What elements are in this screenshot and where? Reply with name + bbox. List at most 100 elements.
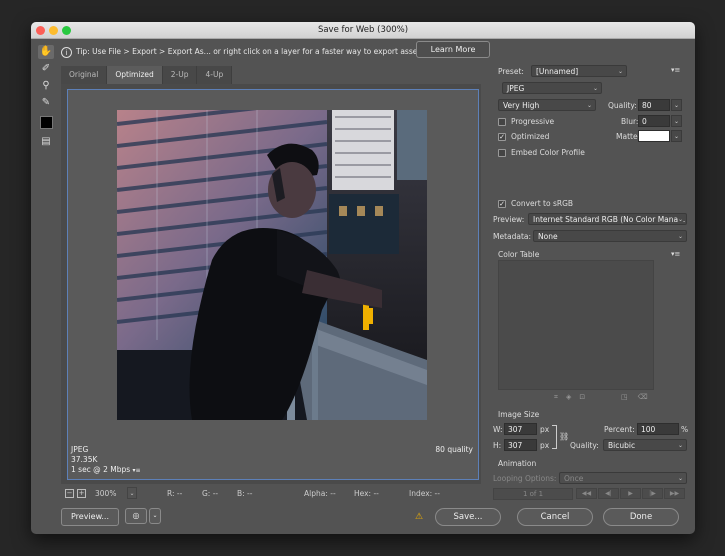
progressive-checkbox[interactable] [498, 118, 506, 126]
save-for-web-dialog: Save for Web (300%) i Tip: Use File > Exp… [31, 22, 695, 534]
width-input[interactable]: 307 [504, 423, 537, 435]
quality-input[interactable]: 80 [638, 99, 670, 111]
chevron-down-icon: ⌄ [592, 85, 598, 92]
matte-label: Matte: [616, 132, 641, 141]
readout-index: Index: -- [409, 489, 440, 498]
resample-quality-label: Quality: [570, 441, 599, 450]
first-frame-icon[interactable]: ◀◀ [576, 488, 597, 499]
blur-label: Blur: [621, 117, 639, 126]
eyedropper-tool-icon[interactable]: ✎ [38, 96, 54, 110]
web-shift-icon[interactable]: ◈ [566, 393, 579, 401]
eyedropper-color-swatch[interactable] [40, 116, 53, 129]
done-button[interactable]: Done [603, 508, 679, 526]
embed-profile-label: Embed Color Profile [511, 148, 585, 157]
speed-menu-icon[interactable]: ▾≡ [133, 467, 141, 474]
matte-color-swatch[interactable] [638, 130, 670, 142]
tip-text: Tip: Use File > Export > Export As... or… [76, 47, 425, 56]
color-table-label: Color Table [498, 250, 540, 259]
tab-2-up[interactable]: 2-Up [162, 66, 198, 84]
trash-icon[interactable]: ⌫ [638, 393, 658, 401]
color-table-actions-right: ◳⌫ [621, 393, 658, 401]
readout-b: B: -- [237, 489, 253, 498]
next-frame-icon[interactable]: |▶ [642, 488, 663, 499]
warning-icon: ⚠ [415, 512, 424, 522]
slice-select-tool-icon[interactable]: ✐ [38, 62, 54, 76]
tip-bar: i Tip: Use File > Export > Export As... o… [61, 43, 591, 60]
browser-icon[interactable]: ◎ [125, 508, 147, 524]
height-unit: px [540, 441, 550, 450]
learn-more-button[interactable]: Learn More [416, 41, 490, 58]
tab-4-up[interactable]: 4-Up [197, 66, 233, 84]
height-input[interactable]: 307 [504, 439, 537, 451]
preview-button[interactable]: Preview... [61, 508, 119, 526]
toggle-slices-icon[interactable]: ▤ [38, 135, 54, 149]
color-table[interactable] [498, 260, 654, 390]
color-table-menu-icon[interactable]: ▾≡ [671, 250, 680, 258]
convert-srgb-label: Convert to sRGB [511, 199, 574, 208]
percent-unit: % [681, 425, 689, 434]
readout-alpha: Alpha: -- [304, 489, 336, 498]
constrain-bracket [552, 425, 557, 449]
matte-chevron-icon[interactable]: ⌄ [671, 130, 682, 142]
tab-optimized[interactable]: Optimized [107, 66, 163, 84]
tab-original[interactable]: Original [61, 66, 108, 84]
view-tabs: Original Optimized 2-Up 4-Up [61, 66, 233, 84]
quality-label: Quality: [608, 101, 637, 110]
optimized-checkbox[interactable]: ✓ [498, 133, 506, 141]
zoom-in-button[interactable]: + [77, 489, 86, 498]
new-color-icon[interactable]: ◳ [621, 393, 638, 401]
tool-panel: ✋ ✐ ⚲ ✎ ▤ [35, 42, 57, 152]
chevron-down-icon: ⌄ [677, 214, 683, 224]
preset-menu-icon[interactable]: ▾≡ [671, 66, 680, 74]
info-format: JPEG [71, 445, 89, 454]
preview-label: Preview: [493, 215, 525, 224]
zoom-dropdown-chevron-icon[interactable]: ⌄ [127, 487, 137, 499]
metadata-select[interactable]: None ⌄ [533, 230, 687, 242]
optimized-label: Optimized [511, 132, 550, 141]
info-icon: i [61, 46, 72, 58]
zoom-tool-icon[interactable]: ⚲ [38, 79, 54, 93]
chevron-down-icon: ⌄ [677, 475, 683, 482]
info-quality: 80 quality [435, 445, 473, 454]
percent-input[interactable]: 100 [637, 423, 679, 435]
info-speed: 1 sec @ 2 Mbps ▾≡ [71, 465, 141, 474]
blur-input[interactable]: 0 [638, 115, 670, 127]
link-proportions-icon[interactable]: ⛓ [559, 432, 569, 441]
resample-quality-select[interactable]: Bicubic ⌄ [603, 439, 687, 451]
readout-g: G: -- [202, 489, 219, 498]
blur-slider-chevron-icon[interactable]: ⌄ [671, 115, 682, 127]
animation-label: Animation [498, 459, 537, 468]
title-bar: Save for Web (300%) [31, 22, 695, 39]
status-bar: − + 300% ⌄ R: -- G: -- B: -- Alpha: -- H… [61, 487, 491, 501]
window-title: Save for Web (300%) [317, 25, 409, 35]
optimized-preview-pane[interactable]: JPEG 37.35K 1 sec @ 2 Mbps ▾≡ 80 quality [67, 89, 479, 480]
quality-slider-chevron-icon[interactable]: ⌄ [671, 99, 682, 111]
animation-controls: ◀◀ ◀| ▶ |▶ ▶▶ [576, 488, 686, 499]
readout-r: R: -- [167, 489, 183, 498]
looping-select[interactable]: Once ⌄ [559, 472, 687, 484]
map-color-icon[interactable]: ⌗ [554, 393, 566, 401]
lock-color-icon[interactable]: ⊡ [579, 393, 593, 401]
embed-profile-checkbox[interactable] [498, 149, 506, 157]
convert-srgb-checkbox[interactable]: ✓ [498, 200, 506, 208]
cancel-button[interactable]: Cancel [517, 508, 593, 526]
preview-image[interactable] [117, 110, 427, 420]
prev-frame-icon[interactable]: ◀| [598, 488, 619, 499]
save-button[interactable]: Save... [435, 508, 501, 526]
play-icon[interactable]: ▶ [620, 488, 641, 499]
metadata-label: Metadata: [493, 232, 532, 241]
zoom-out-button[interactable]: − [65, 489, 74, 498]
photo-man-on-balcony [117, 110, 427, 420]
preset-select[interactable]: [Unnamed] ⌄ [531, 65, 627, 77]
zoom-level[interactable]: 300% [95, 489, 116, 498]
image-info: JPEG 37.35K 1 sec @ 2 Mbps ▾≡ 80 quality [71, 445, 477, 476]
frame-counter: 1 of 1 [493, 488, 573, 500]
preset-label: Preset: [498, 67, 524, 76]
quality-level-select[interactable]: Very High ⌄ [498, 99, 596, 111]
progressive-label: Progressive [511, 117, 555, 126]
preview-profile-select[interactable]: Internet Standard RGB (No Color Mana... ⌄ [528, 213, 687, 225]
format-select[interactable]: JPEG ⌄ [502, 82, 602, 94]
hand-tool-icon[interactable]: ✋ [38, 45, 54, 59]
last-frame-icon[interactable]: ▶▶ [664, 488, 685, 499]
browser-chevron-down-icon[interactable]: ⌄ [149, 508, 161, 524]
